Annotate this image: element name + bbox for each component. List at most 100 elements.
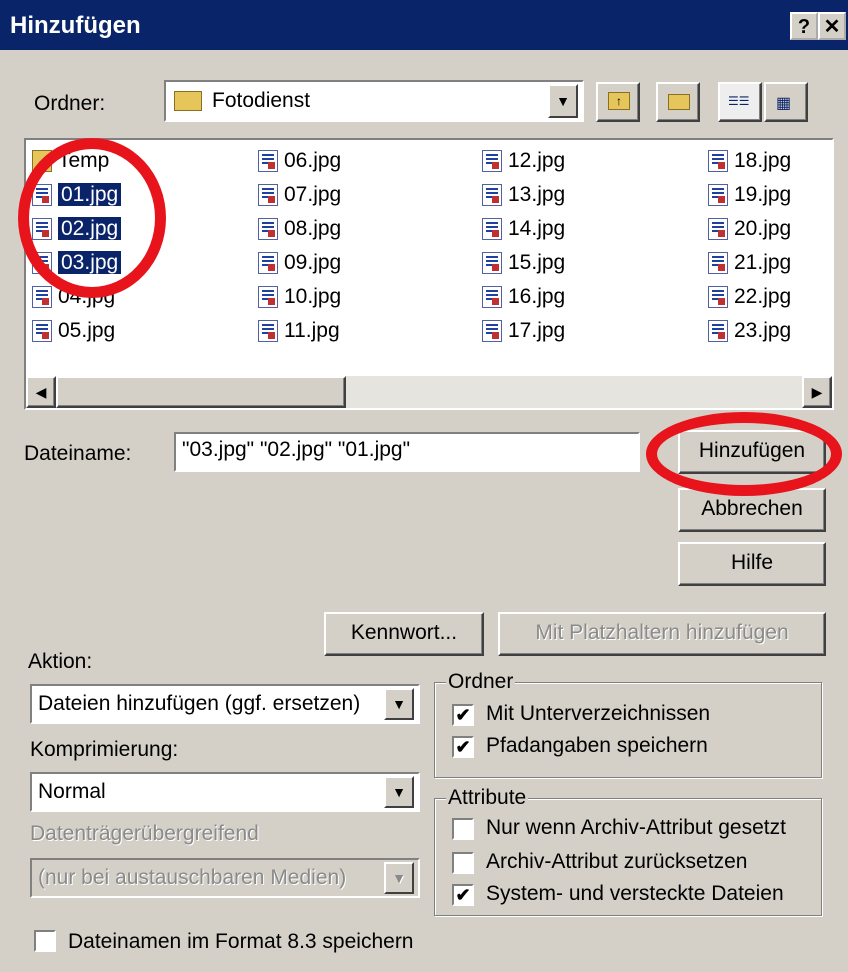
- action-select[interactable]: Dateien hinzufügen (ggf. ersetzen) ▼: [30, 684, 420, 724]
- chevron-down-icon[interactable]: ▼: [548, 84, 578, 118]
- file-item[interactable]: 08.jpg: [258, 214, 341, 244]
- new-folder-icon: [668, 94, 690, 110]
- archive-only-checkbox[interactable]: [452, 818, 474, 840]
- file-name: 10.jpg: [284, 285, 342, 308]
- subfolders-checkbox[interactable]: ✔: [452, 704, 474, 726]
- reset-archive-label: Archiv-Attribut zurücksetzen: [486, 850, 748, 873]
- jpg-file-icon: [482, 184, 502, 207]
- span-value: (nur bei austauschbaren Medien): [38, 866, 347, 889]
- file-item[interactable]: 21.jpg: [708, 248, 791, 278]
- file-name: 16.jpg: [508, 285, 566, 308]
- details-view-button[interactable]: ▦: [764, 82, 808, 122]
- close-button[interactable]: ✕: [818, 12, 846, 40]
- file-item[interactable]: 11.jpg: [258, 316, 340, 346]
- file-item[interactable]: 22.jpg: [708, 282, 791, 312]
- file-item[interactable]: 07.jpg: [258, 180, 341, 210]
- file-item[interactable]: 20.jpg: [708, 214, 791, 244]
- file-item[interactable]: 12.jpg: [482, 146, 565, 176]
- file-item[interactable]: 09.jpg: [258, 248, 341, 278]
- scroll-left-icon[interactable]: ◀: [26, 376, 56, 408]
- jpg-file-icon: [482, 150, 502, 173]
- file-name: 07.jpg: [284, 183, 342, 206]
- file-name: 14.jpg: [508, 217, 566, 240]
- save-paths-checkbox[interactable]: ✔: [452, 736, 474, 758]
- new-folder-button[interactable]: [656, 82, 700, 122]
- file-item[interactable]: 05.jpg: [32, 316, 115, 346]
- add-placeholders-button[interactable]: Mit Platzhaltern hinzufügen: [498, 612, 826, 656]
- file-name: 18.jpg: [734, 149, 792, 172]
- file-item[interactable]: 13.jpg: [482, 180, 565, 210]
- scroll-thumb[interactable]: [56, 376, 346, 408]
- jpg-file-icon: [482, 252, 502, 275]
- file-item[interactable]: 10.jpg: [258, 282, 341, 312]
- filename-value: "03.jpg" "02.jpg" "01.jpg": [182, 438, 411, 461]
- file-item[interactable]: 06.jpg: [258, 146, 341, 176]
- help-title-button[interactable]: ?: [790, 12, 818, 40]
- jpg-file-icon: [32, 286, 52, 309]
- compression-label: Komprimierung:: [30, 738, 179, 761]
- file-name: 23.jpg: [734, 319, 792, 342]
- jpg-file-icon: [482, 286, 502, 309]
- reset-archive-checkbox[interactable]: [452, 852, 474, 874]
- jpg-file-icon: [258, 218, 278, 241]
- jpg-file-icon: [258, 150, 278, 173]
- subfolders-label: Mit Unterverzeichnissen: [486, 702, 711, 725]
- jpg-file-icon: [482, 218, 502, 241]
- file-item[interactable]: 15.jpg: [482, 248, 565, 278]
- file-name: 22.jpg: [734, 285, 792, 308]
- title-bar: Hinzufügen ? ✕: [0, 0, 848, 50]
- file-name: 09.jpg: [284, 251, 342, 274]
- chevron-down-icon[interactable]: ▼: [384, 862, 414, 894]
- compression-value: Normal: [38, 780, 106, 803]
- system-hidden-checkbox[interactable]: ✔: [452, 884, 474, 906]
- format83-label: Dateinamen im Format 8.3 speichern: [68, 930, 414, 953]
- jpg-file-icon: [258, 320, 278, 343]
- file-item[interactable]: 17.jpg: [482, 316, 565, 346]
- jpg-file-icon: [708, 218, 728, 241]
- jpg-file-icon: [708, 184, 728, 207]
- chevron-down-icon[interactable]: ▼: [384, 776, 414, 808]
- action-label: Aktion:: [28, 650, 93, 673]
- folder-icon: [174, 91, 202, 111]
- file-name: 19.jpg: [734, 183, 792, 206]
- jpg-file-icon: [258, 184, 278, 207]
- span-select[interactable]: (nur bei austauschbaren Medien) ▼: [30, 858, 420, 898]
- file-item[interactable]: 23.jpg: [708, 316, 791, 346]
- file-name: 21.jpg: [734, 251, 792, 274]
- scroll-right-icon[interactable]: ▶: [802, 376, 832, 408]
- list-view-icon: ☰☰: [728, 94, 750, 108]
- file-name: 05.jpg: [58, 319, 116, 342]
- archive-only-label: Nur wenn Archiv-Attribut gesetzt: [486, 816, 786, 839]
- jpg-file-icon: [258, 286, 278, 309]
- jpg-file-icon: [482, 320, 502, 343]
- help-button[interactable]: Hilfe: [678, 542, 826, 586]
- file-item[interactable]: 19.jpg: [708, 180, 791, 210]
- file-name: 13.jpg: [508, 183, 566, 206]
- folder-label: Ordner:: [34, 92, 106, 115]
- annotation-circle-add: [646, 412, 842, 496]
- file-name: 15.jpg: [508, 251, 566, 274]
- file-item[interactable]: 16.jpg: [482, 282, 565, 312]
- horizontal-scrollbar[interactable]: ◀ ▶: [26, 376, 832, 408]
- folder-group: [434, 682, 822, 778]
- file-name: 06.jpg: [284, 149, 342, 172]
- file-item[interactable]: 14.jpg: [482, 214, 565, 244]
- chevron-down-icon[interactable]: ▼: [384, 688, 414, 720]
- jpg-file-icon: [258, 252, 278, 275]
- action-value: Dateien hinzufügen (ggf. ersetzen): [38, 692, 361, 715]
- jpg-file-icon: [32, 320, 52, 343]
- file-name: 08.jpg: [284, 217, 342, 240]
- password-button[interactable]: Kennwort...: [324, 612, 484, 656]
- file-name: 12.jpg: [508, 149, 566, 172]
- attributes-group-title: Attribute: [446, 786, 529, 810]
- folder-combo[interactable]: Fotodienst ▼: [164, 80, 584, 122]
- jpg-file-icon: [708, 320, 728, 343]
- format83-checkbox[interactable]: [34, 930, 56, 952]
- list-view-button[interactable]: ☰☰: [718, 82, 762, 122]
- file-name: 17.jpg: [508, 319, 566, 342]
- filename-input[interactable]: "03.jpg" "02.jpg" "01.jpg": [174, 432, 640, 472]
- up-folder-button[interactable]: ↑: [596, 82, 640, 122]
- up-folder-icon: ↑: [608, 92, 630, 110]
- file-item[interactable]: 18.jpg: [708, 146, 791, 176]
- compression-select[interactable]: Normal ▼: [30, 772, 420, 812]
